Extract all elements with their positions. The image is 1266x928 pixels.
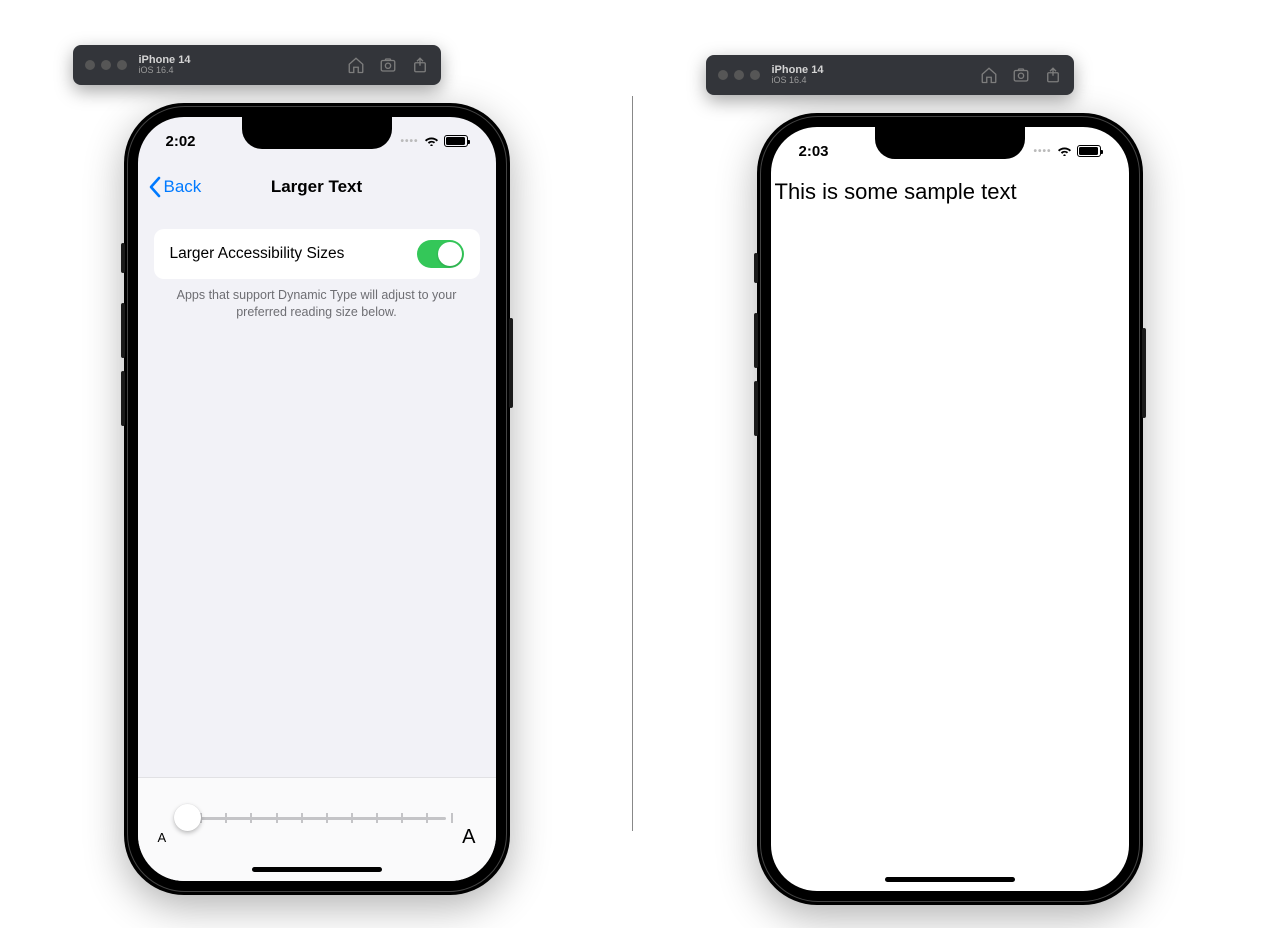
slider-tick (225, 813, 227, 823)
text-size-slider-panel: A A (138, 777, 496, 881)
page-title: Larger Text (271, 177, 362, 197)
row-label: Larger Accessibility Sizes (170, 245, 345, 263)
home-icon[interactable] (347, 56, 365, 74)
slider-max-glyph: A (462, 826, 475, 849)
simulator-toolbar: iPhone 14 iOS 16.4 (73, 45, 441, 85)
close-dot[interactable] (85, 60, 95, 70)
slider-tick (351, 813, 353, 823)
text-size-slider[interactable] (176, 804, 452, 832)
settings-group: Larger Accessibility Sizes (154, 229, 480, 279)
notch (875, 127, 1025, 159)
cellular-icon: •••• (400, 136, 418, 147)
traffic-lights[interactable] (85, 60, 127, 70)
close-dot[interactable] (718, 70, 728, 80)
status-time: 2:02 (166, 133, 196, 150)
simulator-os: iOS 16.4 (772, 76, 824, 86)
simulator-os: iOS 16.4 (139, 66, 191, 76)
status-time: 2:03 (799, 143, 829, 160)
export-icon[interactable] (411, 56, 429, 74)
accessibility-sizes-toggle[interactable] (417, 240, 464, 268)
slider-tick (401, 813, 403, 823)
minimize-dot[interactable] (734, 70, 744, 80)
sample-text: This is some sample text (775, 179, 1017, 205)
cellular-icon: •••• (1033, 146, 1051, 157)
helper-text: Apps that support Dynamic Type will adju… (168, 287, 466, 321)
traffic-lights[interactable] (718, 70, 760, 80)
screenshot-icon[interactable] (379, 56, 397, 74)
battery-icon (444, 135, 468, 147)
simulator-toolbar: iPhone 14 iOS 16.4 (706, 55, 1074, 95)
export-icon[interactable] (1044, 66, 1062, 84)
slider-tick (276, 813, 278, 823)
screenshot-icon[interactable] (1012, 66, 1030, 84)
wifi-icon (1056, 143, 1073, 160)
slider-tick (451, 813, 453, 823)
toggle-knob (438, 242, 462, 266)
home-indicator[interactable] (252, 867, 382, 872)
zoom-dot[interactable] (117, 60, 127, 70)
slider-thumb[interactable] (174, 804, 201, 831)
slider-tick (250, 813, 252, 823)
nav-bar: Back Larger Text (138, 165, 496, 209)
minimize-dot[interactable] (101, 60, 111, 70)
back-label: Back (164, 177, 202, 197)
battery-icon (1077, 145, 1101, 157)
wifi-icon (423, 133, 440, 150)
slider-tick (301, 813, 303, 823)
larger-accessibility-sizes-row[interactable]: Larger Accessibility Sizes (154, 229, 480, 279)
back-button[interactable]: Back (148, 176, 202, 198)
home-icon[interactable] (980, 66, 998, 84)
zoom-dot[interactable] (750, 70, 760, 80)
slider-tick (426, 813, 428, 823)
notch (242, 117, 392, 149)
slider-tick (326, 813, 328, 823)
slider-tick (376, 813, 378, 823)
home-indicator[interactable] (885, 877, 1015, 882)
iphone-frame-left: 2:02 •••• Back Larger Text (124, 103, 510, 895)
slider-min-glyph: A (158, 830, 167, 845)
iphone-frame-right: 2:03 •••• This is some sample text (757, 113, 1143, 905)
